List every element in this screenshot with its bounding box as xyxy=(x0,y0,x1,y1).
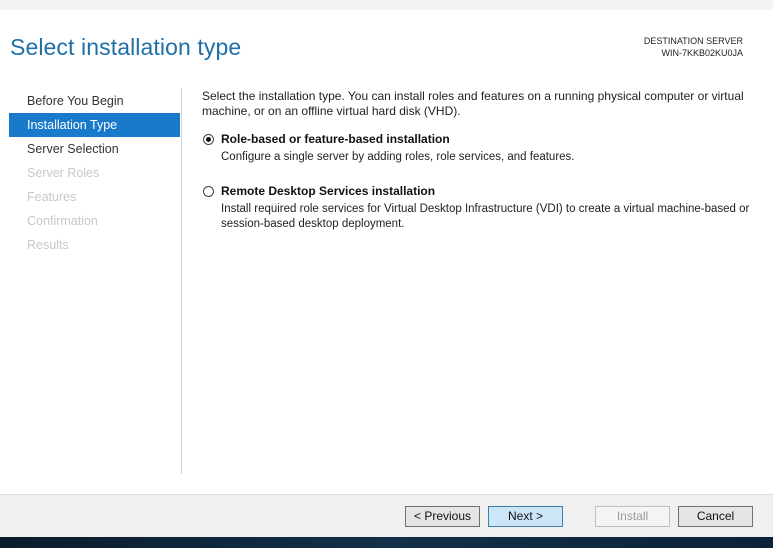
nav-item-server-roles: Server Roles xyxy=(27,166,100,180)
nav-divider xyxy=(181,88,182,474)
content-panel: Select the installation type. You can in… xyxy=(202,89,758,232)
nav-item-features: Features xyxy=(27,190,77,204)
page-title: Select installation type xyxy=(10,34,242,60)
radio-role-based[interactable] xyxy=(203,134,214,145)
option-role-based-description: Configure a single server by adding role… xyxy=(221,151,575,163)
destination-server-info: DESTINATION SERVER WIN-7KKB02KU0JA xyxy=(644,35,743,59)
wizard-window: Select installation type DESTINATION SER… xyxy=(0,0,773,548)
option-role-based-title[interactable]: Role-based or feature-based installation xyxy=(221,132,758,147)
button-bar: < Previous Next > Install Cancel xyxy=(0,494,773,537)
previous-button[interactable]: < Previous xyxy=(405,506,480,527)
title-bar-strip xyxy=(0,0,773,10)
nav-item-results: Results xyxy=(27,238,69,252)
option-remote-desktop-title[interactable]: Remote Desktop Services installation xyxy=(221,184,758,199)
next-button[interactable]: Next > xyxy=(488,506,563,527)
option-role-based[interactable]: Role-based or feature-based installation… xyxy=(202,132,758,165)
option-remote-desktop[interactable]: Remote Desktop Services installation Ins… xyxy=(202,184,758,232)
nav-item-server-selection[interactable]: Server Selection xyxy=(9,137,180,161)
option-remote-desktop-description: Install required role services for Virtu… xyxy=(221,203,750,230)
install-button: Install xyxy=(595,506,670,527)
taskbar-strip xyxy=(0,537,773,548)
nav-item-before-you-begin[interactable]: Before You Begin xyxy=(9,89,180,113)
wizard-nav: Before You Begin Installation Type Serve… xyxy=(9,89,180,257)
destination-server-name: WIN-7KKB02KU0JA xyxy=(661,48,743,58)
radio-remote-desktop[interactable] xyxy=(203,186,214,197)
nav-item-confirmation: Confirmation xyxy=(27,214,98,228)
destination-server-label: DESTINATION SERVER xyxy=(643,36,743,46)
cancel-button[interactable]: Cancel xyxy=(678,506,753,527)
intro-text: Select the installation type. You can in… xyxy=(202,89,744,118)
nav-item-installation-type[interactable]: Installation Type xyxy=(9,113,180,137)
